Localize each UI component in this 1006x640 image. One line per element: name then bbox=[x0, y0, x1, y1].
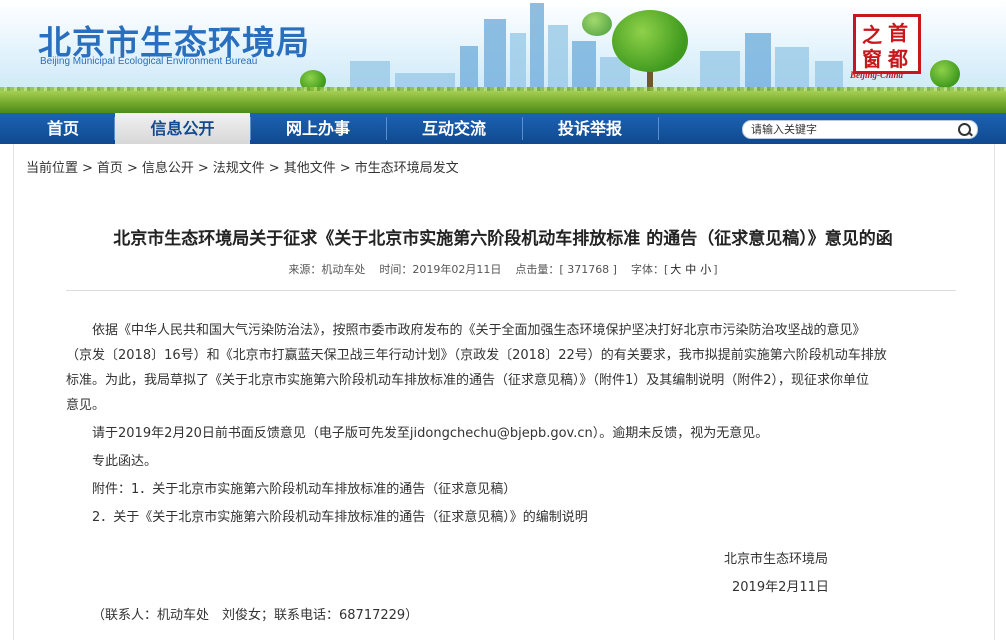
body-line: 意见。 bbox=[66, 398, 106, 413]
nav-complaint[interactable]: 投诉举报 bbox=[523, 113, 657, 144]
attachment-1: 附件：1．关于北京市实施第六阶段机动车排放标准的通告（征求意见稿） bbox=[92, 482, 517, 497]
breadcrumb-home[interactable]: 首页 bbox=[97, 161, 123, 176]
font-size-large[interactable]: 大 bbox=[670, 263, 681, 276]
skyline-building bbox=[530, 3, 544, 91]
skyline-building bbox=[745, 33, 771, 91]
signature-date: 2019年2月11日 bbox=[732, 580, 829, 595]
attachment-2: 2．关于《关于北京市实施第六阶段机动车排放标准的通告（征求意见稿）》的编制说明 bbox=[92, 510, 588, 525]
skyline-building bbox=[572, 41, 596, 91]
nav-info-public[interactable]: 信息公开 bbox=[115, 113, 250, 144]
search-box bbox=[742, 120, 978, 139]
title-divider bbox=[66, 290, 956, 291]
breadcrumb-prefix: 当前位置 bbox=[26, 161, 79, 176]
seal-char: 都 bbox=[888, 47, 908, 71]
skyline-building bbox=[510, 33, 526, 91]
signature: 北京市生态环境局 bbox=[724, 552, 829, 567]
grass-ground bbox=[0, 91, 1006, 113]
breadcrumb-separator: > bbox=[268, 161, 280, 176]
search-icon[interactable] bbox=[958, 123, 971, 136]
skyline-building bbox=[460, 46, 478, 91]
article-source: 来源：机动车处 bbox=[288, 263, 366, 276]
tree-icon bbox=[582, 12, 612, 36]
header-banner: 北京市生态环境局 Beijing Municipal Ecological En… bbox=[0, 0, 1006, 113]
breadcrumb-info-public[interactable]: 信息公开 bbox=[142, 161, 194, 176]
breadcrumb: 当前位置 > 首页 > 信息公开 > 法规文件 > 其他文件 > 市生态环境局发文 bbox=[26, 157, 459, 176]
font-size-bracket: [ bbox=[663, 263, 669, 276]
main-nav: 首页 信息公开 网上办事 互动交流 投诉举报 bbox=[0, 113, 1006, 144]
site-logo-subtitle: Beijing Municipal Ecological Environment… bbox=[40, 56, 258, 67]
breadcrumb-separator: > bbox=[82, 161, 93, 176]
article-hits: 点击量：[ 371768 ] bbox=[515, 263, 617, 276]
body-line: （京发〔2018〕16号）和《北京市打赢蓝天保卫战三年行动计划》（京政发〔201… bbox=[66, 348, 887, 363]
closing-paragraph: 专此函达。 bbox=[92, 454, 158, 469]
feedback-paragraph: 请于2019年2月20日前书面反馈意见（电子版可先发至jidongchechu@… bbox=[92, 426, 769, 441]
nav-home[interactable]: 首页 bbox=[12, 113, 114, 144]
breadcrumb-separator: > bbox=[197, 161, 209, 176]
nav-interaction[interactable]: 互动交流 bbox=[387, 113, 521, 144]
seal-char: 首 bbox=[888, 21, 908, 45]
article-body: 依据《中华人民共和国大气污染防治法》，按照市委市政府发布的《关于全面加强生态环境… bbox=[66, 318, 958, 530]
tree-icon bbox=[930, 60, 960, 88]
contact-info: （联系人：机动车处 刘俊女；联系电话：68717229） bbox=[92, 608, 419, 623]
breadcrumb-separator: > bbox=[126, 161, 138, 176]
search-input[interactable] bbox=[751, 122, 951, 136]
seal-caption: Beijing-China bbox=[850, 70, 904, 80]
skyline-building bbox=[700, 51, 740, 91]
capital-window-seal-icon[interactable]: 首 之 都 窗 bbox=[853, 14, 921, 74]
nav-online-service[interactable]: 网上办事 bbox=[251, 113, 385, 144]
font-size-bracket: ] bbox=[713, 263, 718, 276]
breadcrumb-other-files[interactable]: 其他文件 bbox=[284, 161, 336, 176]
font-size-medium[interactable]: 中 bbox=[685, 263, 696, 276]
breadcrumb-regulations[interactable]: 法规文件 bbox=[213, 161, 265, 176]
seal-char: 窗 bbox=[862, 47, 882, 71]
font-size-small[interactable]: 小 bbox=[700, 263, 711, 276]
nav-divider bbox=[658, 117, 659, 140]
skyline-building bbox=[548, 25, 568, 91]
font-size-label: 字体： bbox=[630, 263, 664, 276]
body-line: 依据《中华人民共和国大气污染防治法》，按照市委市政府发布的《关于全面加强生态环境… bbox=[92, 323, 866, 338]
body-line: 标准。为此，我局草拟了《关于北京市实施第六阶段机动车排放标准的通告（征求意见稿）… bbox=[66, 373, 870, 388]
tree-icon bbox=[612, 10, 688, 72]
skyline-building bbox=[775, 47, 809, 91]
breadcrumb-separator: > bbox=[339, 161, 351, 176]
article-meta: 来源：机动车处 时间：2019年02月11日 点击量：[ 371768 ] 字体：[大… bbox=[0, 261, 1006, 277]
article-title: 北京市生态环境局关于征求《关于北京市实施第六阶段机动车排放标准 的通告（征求意见… bbox=[113, 229, 893, 249]
font-size-switcher: [大中小] bbox=[664, 263, 718, 276]
article-time: 时间：2019年02月11日 bbox=[379, 263, 502, 276]
breadcrumb-bureau-docs[interactable]: 市生态环境局发文 bbox=[355, 161, 459, 176]
skyline-building bbox=[484, 19, 506, 91]
